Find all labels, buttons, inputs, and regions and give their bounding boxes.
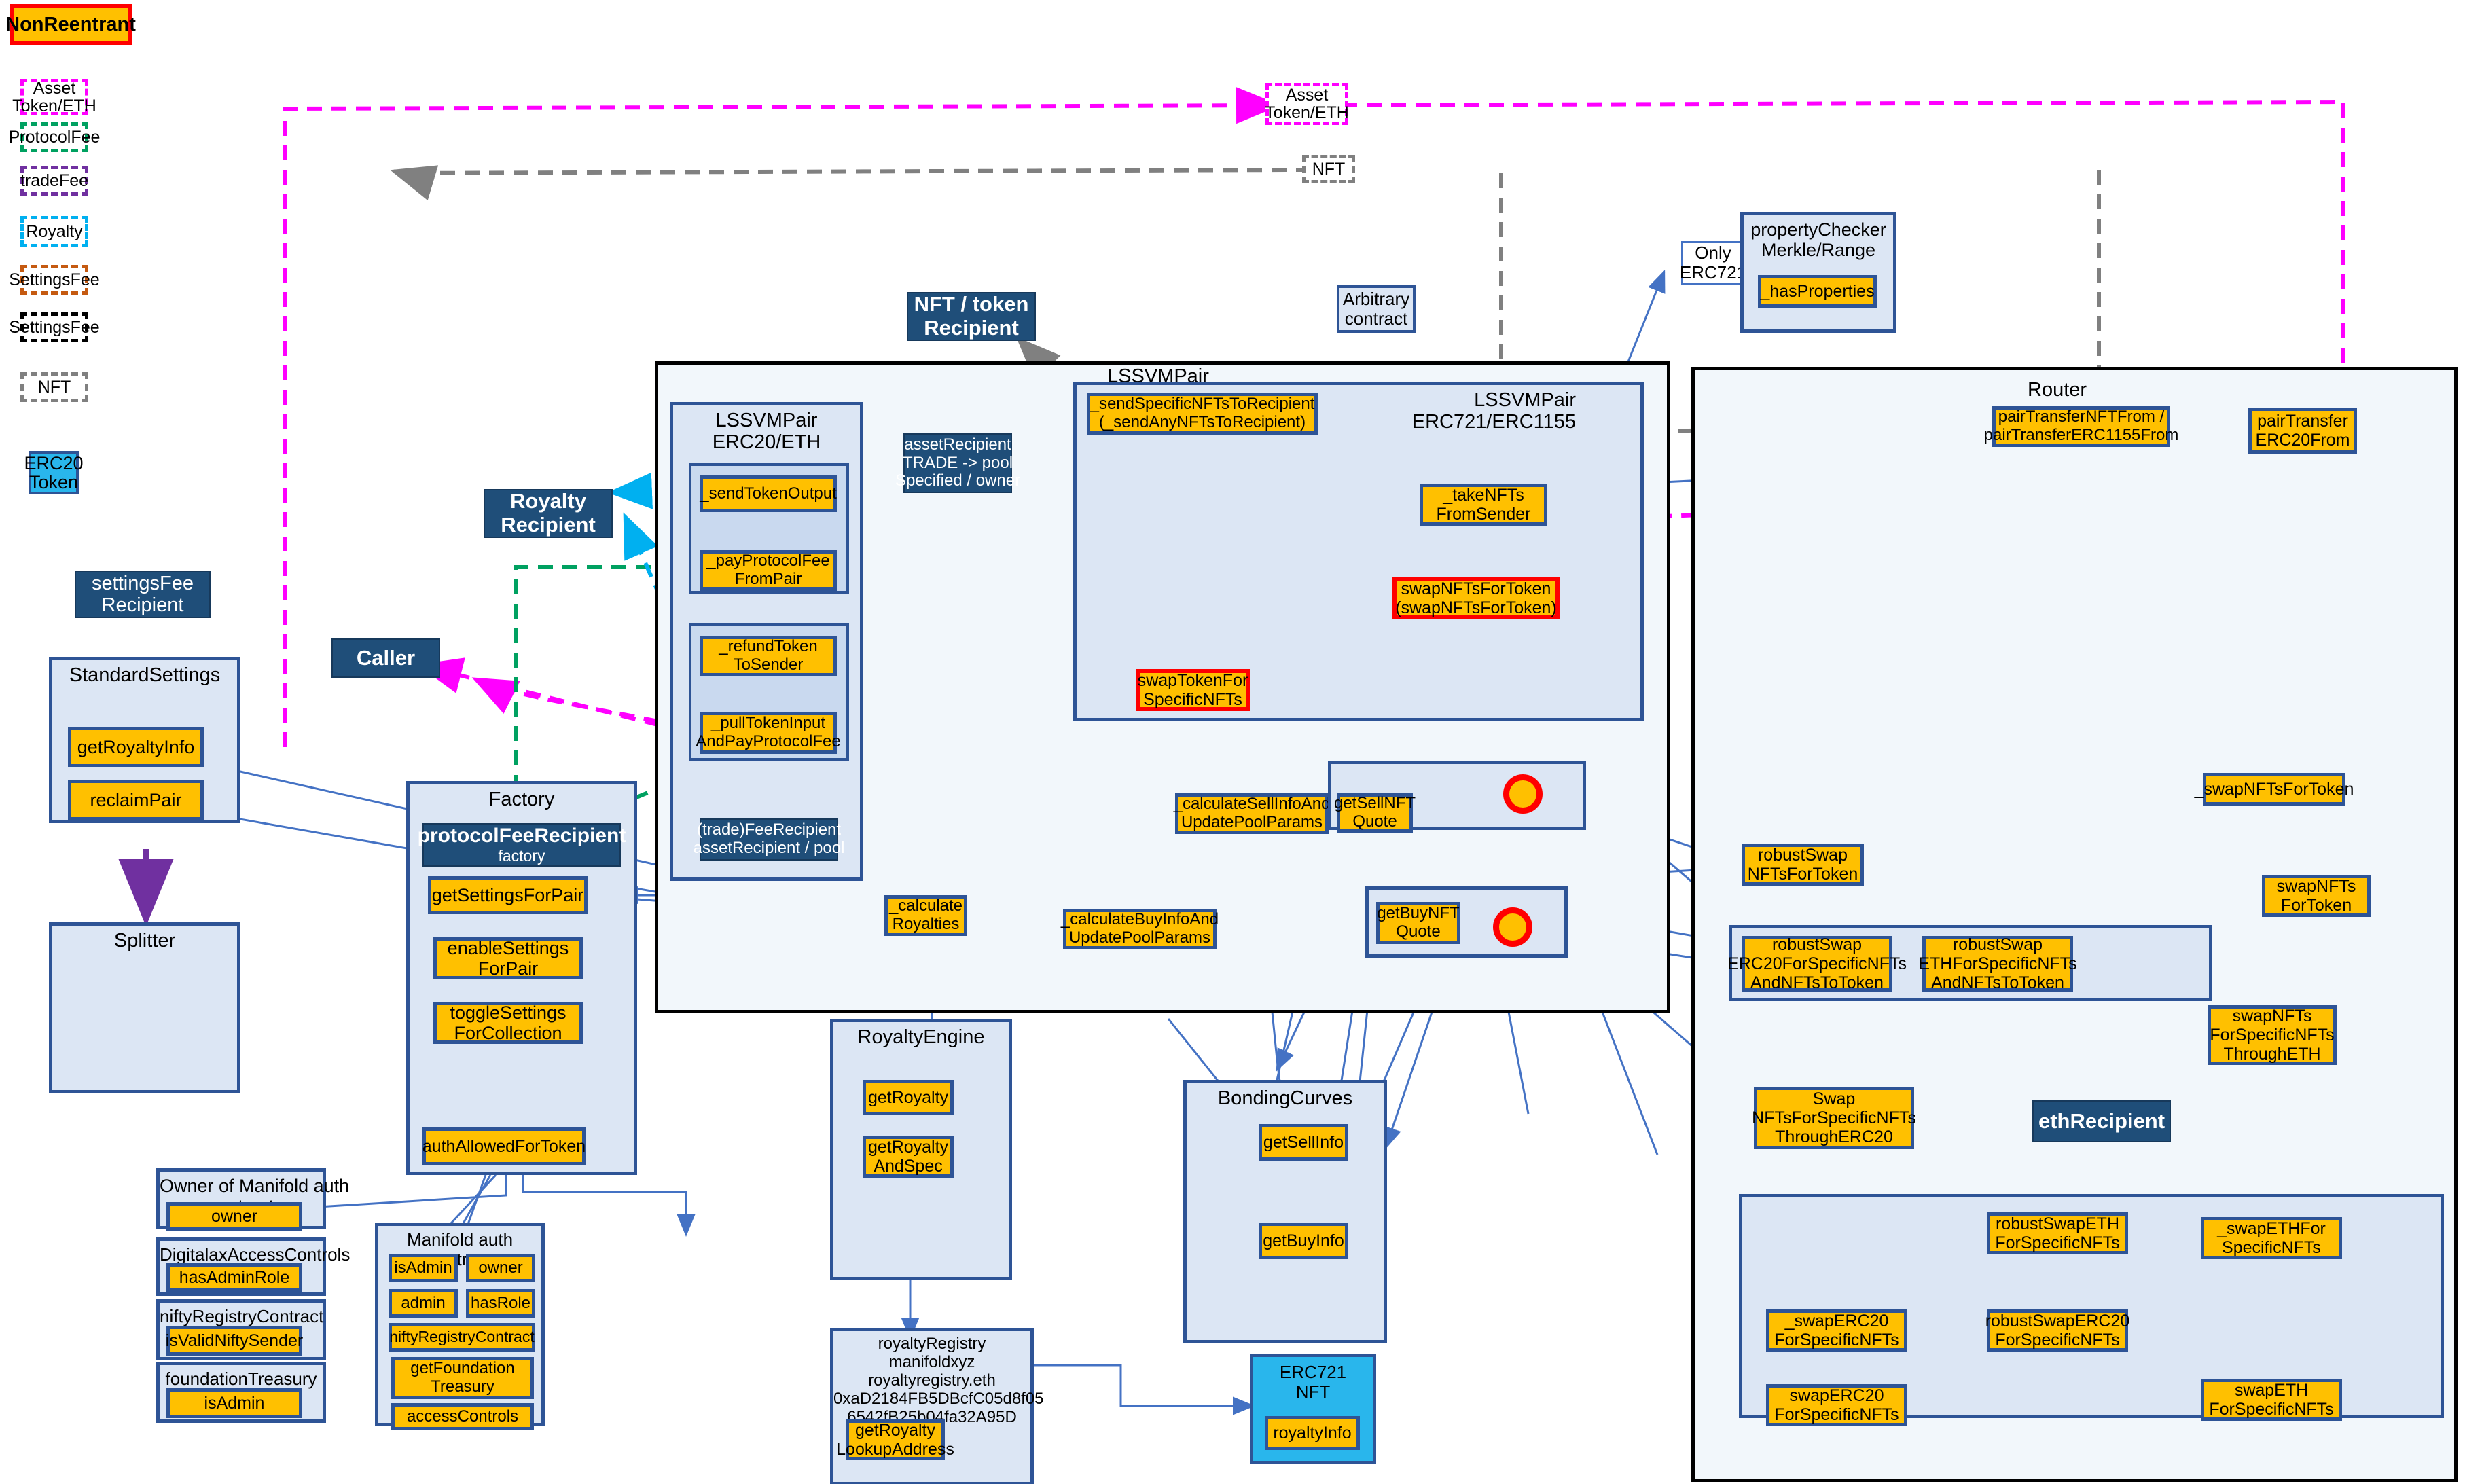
fn-owner[interactable]: owner [166,1202,302,1231]
fn-swap-nfts-for-specific-nfts-through-eth[interactable]: swapNFTs ForSpecificNFTs ThroughETH [2208,1005,2337,1065]
legend-nonreentrant: NonReentrant [10,4,132,45]
tag-nft: NFT [1302,155,1355,183]
donut-marker-sell [1503,774,1543,814]
fn-get-royalty-info[interactable]: getRoyaltyInfo [68,727,204,767]
fn-get-foundation-treasury[interactable]: getFoundation Treasury [391,1357,534,1399]
fn-robust-swap-erc20-for-specific-nfts[interactable]: robustSwapERC20 ForSpecificNFTs [1987,1309,2128,1352]
fn-get-buy-nft-quote[interactable]: getBuyNFT Quote [1376,902,1460,944]
asset-recipient: assetRecipient TRADE -> pool Specified /… [903,433,1012,493]
router-title: Router [2028,379,2087,401]
fn-is-valid-nifty-sender[interactable]: isValidNiftySender [166,1326,302,1356]
auth-box-title-2: niftyRegistryContract [160,1307,323,1326]
fn-access-controls[interactable]: accessControls [391,1403,534,1430]
fn-send-token-output[interactable]: _sendTokenOutput [700,475,837,512]
bonding-curves-title: BondingCurves [1187,1087,1384,1109]
fn-take-nfts-from-sender[interactable]: _takeNFTs FromSender [1420,484,1547,526]
tag-arbitrary-contract: Arbitrary contract [1337,285,1416,333]
fn-calculate-sell-info-and-update-pool-params[interactable]: _calculateSellInfoAnd UpdatePoolParams [1175,793,1329,834]
fn-internal-swap-erc20-for-specific-nfts[interactable]: _swapERC20 ForSpecificNFTs [1766,1309,1907,1352]
property-checker-title: propertyChecker Merkle/Range [1744,219,1893,260]
fn-swap-erc20-for-specific-nfts[interactable]: swapERC20 ForSpecificNFTs [1766,1384,1907,1426]
fn-robust-swap-eth-for-specific-nfts-and-nfts-to-token[interactable]: robustSwap ETHForSpecificNFTs AndNFTsToT… [1922,936,2073,992]
tag-asset-token-eth-top: Asset Token/ETH [1265,83,1348,125]
property-checker-group: propertyChecker Merkle/Range [1740,212,1896,333]
fn-robust-swap-nfts-for-token[interactable]: robustSwap NFTsForToken [1742,844,1864,886]
fn-get-royalty-and-spec[interactable]: getRoyalty AndSpec [863,1136,954,1178]
fn-robust-swap-erc20-for-specific-nfts-and-nfts-to-token[interactable]: robustSwap ERC20ForSpecificNFTs AndNFTsT… [1742,936,1892,992]
fn-pair-transfer-erc20-from[interactable]: pairTransfer ERC20From [2248,408,2357,454]
fn-auth-allowed-for-token[interactable]: authAllowedForToken [422,1127,586,1165]
auth-box-title-1: DigitalaxAccessControls [160,1245,323,1265]
fn-has-admin-role[interactable]: hasAdminRole [166,1263,302,1292]
fn-robust-swap-eth-for-specific-nfts[interactable]: robustSwapETH ForSpecificNFTs [1987,1212,2128,1254]
royalty-registry-title: royaltyRegistry manifoldxyz royaltyregis… [833,1335,1030,1426]
fn-swap-nfts-for-token[interactable]: swapNFTsForToken (swapNFTsForToken) [1392,577,1560,619]
nft-token-recipient: NFT / token Recipient [907,292,1036,341]
trade-fee-recipient: (trade)FeeRecipient assetRecipient / poo… [700,818,838,861]
fn-pair-transfer-nft-from[interactable]: pairTransferNFTFrom / pairTransferERC115… [1992,406,2170,447]
lssvm-pair-erc20-eth-title: LSSVMPair ERC20/ETH [673,410,860,454]
legend-settings-fee-black: SettingsFee [20,312,88,342]
standard-settings-title: StandardSettings [52,664,237,686]
fn-get-sell-nft-quote[interactable]: getSellNFT Quote [1337,793,1413,833]
royalty-engine-title: RoyaltyEngine [833,1026,1009,1048]
fn-toggle-settings-for-collection[interactable]: toggleSettings ForCollection [433,1002,583,1044]
fn-get-royalty-lookup-address[interactable]: getRoyalty LookupAddress [846,1419,945,1460]
settings-fee-recipient: settingsFee Recipient [75,571,211,618]
fn-nifty-registry-contract[interactable]: niftyRegistryContract [389,1323,535,1352]
fn-send-specific-nfts-to-recipient[interactable]: _sendSpecificNFTsToRecipient (_sendAnyNF… [1087,393,1318,435]
fn-has-properties[interactable]: _hasProperties [1758,275,1877,308]
royalty-registry-group: royaltyRegistry manifoldxyz royaltyregis… [830,1328,1034,1484]
architecture-diagram: NonReentrant Asset Token/ETH ProtocolFee… [0,0,2465,1484]
auth-box-title-3: foundationTreasury [160,1369,323,1389]
fn-has-role[interactable]: hasRole [466,1289,535,1318]
legend-nft: NFT [20,372,88,402]
protocol-fee-recipient-label: protocolFeeRecipient [418,825,626,848]
splitter-title: Splitter [52,930,237,952]
fn-internal-swap-eth-for-specific-nfts[interactable]: _swapETHFor SpecificNFTs [2201,1217,2342,1259]
protocol-fee-recipient-sub: factory [498,848,545,865]
fn-is-admin-foundation[interactable]: isAdmin [166,1388,302,1418]
factory-title: Factory [410,789,634,810]
legend-protocol-fee: ProtocolFee [20,122,88,152]
fn-is-admin[interactable]: isAdmin [389,1254,458,1282]
fn-calculate-royalties[interactable]: _calculate Royalties [884,895,967,936]
fn-swap-eth-for-specific-nfts[interactable]: swapETH ForSpecificNFTs [2201,1379,2342,1421]
fn-get-sell-info[interactable]: getSellInfo [1259,1124,1348,1161]
fn-pay-protocol-fee-from-pair[interactable]: _payProtocolFee FromPair [700,550,837,591]
fn-get-settings-for-pair[interactable]: getSettingsForPair [428,876,588,914]
caller: Caller [331,638,440,678]
fn-get-buy-info[interactable]: getBuyInfo [1259,1223,1348,1259]
fn-owner-manifold[interactable]: owner [466,1254,535,1282]
fn-admin[interactable]: admin [389,1289,458,1318]
fn-refund-token-to-sender[interactable]: _refundToken ToSender [700,636,837,676]
tag-only-erc721: Only ERC721 [1681,241,1745,285]
donut-marker-buy [1493,907,1532,947]
legend-settings-fee-orange: SettingsFee [20,265,88,295]
fn-pull-token-input-and-pay-protocol-fee[interactable]: _pullTokenInput AndPayProtocolFee [700,712,837,754]
fn-reclaim-pair[interactable]: reclaimPair [68,780,204,820]
fn-swap-token-for-specific-nfts[interactable]: swapTokenFor SpecificNFTs [1136,669,1250,711]
fn-get-royalty[interactable]: getRoyalty [863,1080,954,1115]
eth-recipient: ethRecipient [2032,1100,2171,1142]
fn-enable-settings-for-pair[interactable]: enableSettings ForPair [433,937,583,979]
fn-swap-nfts-for-token-router[interactable]: _swapNFTsForToken [2203,773,2345,806]
legend-erc20-token: ERC20 Token [29,451,79,494]
fn-swap-nfts-for-token[interactable]: swapNFTs ForToken [2262,875,2371,917]
royalty-recipient: Royalty Recipient [484,489,613,538]
splitter-group: Splitter [49,922,240,1093]
bonding-curves-group: BondingCurves [1183,1080,1387,1343]
legend-royalty: Royalty [20,216,88,247]
fn-swap-nfts-for-specific-nfts-through-erc20[interactable]: Swap NFTsForSpecificNFTs ThroughERC20 [1754,1087,1914,1149]
legend-trade-fee: tradeFee [20,166,88,196]
protocol-fee-recipient: protocolFeeRecipient factory [422,823,621,867]
fn-calculate-buy-info-and-update-pool-params[interactable]: _calculateBuyInfoAnd UpdatePoolParams [1063,909,1217,949]
fn-royalty-info[interactable]: royaltyInfo [1265,1416,1360,1450]
legend-asset-token-eth: Asset Token/ETH [20,79,88,115]
